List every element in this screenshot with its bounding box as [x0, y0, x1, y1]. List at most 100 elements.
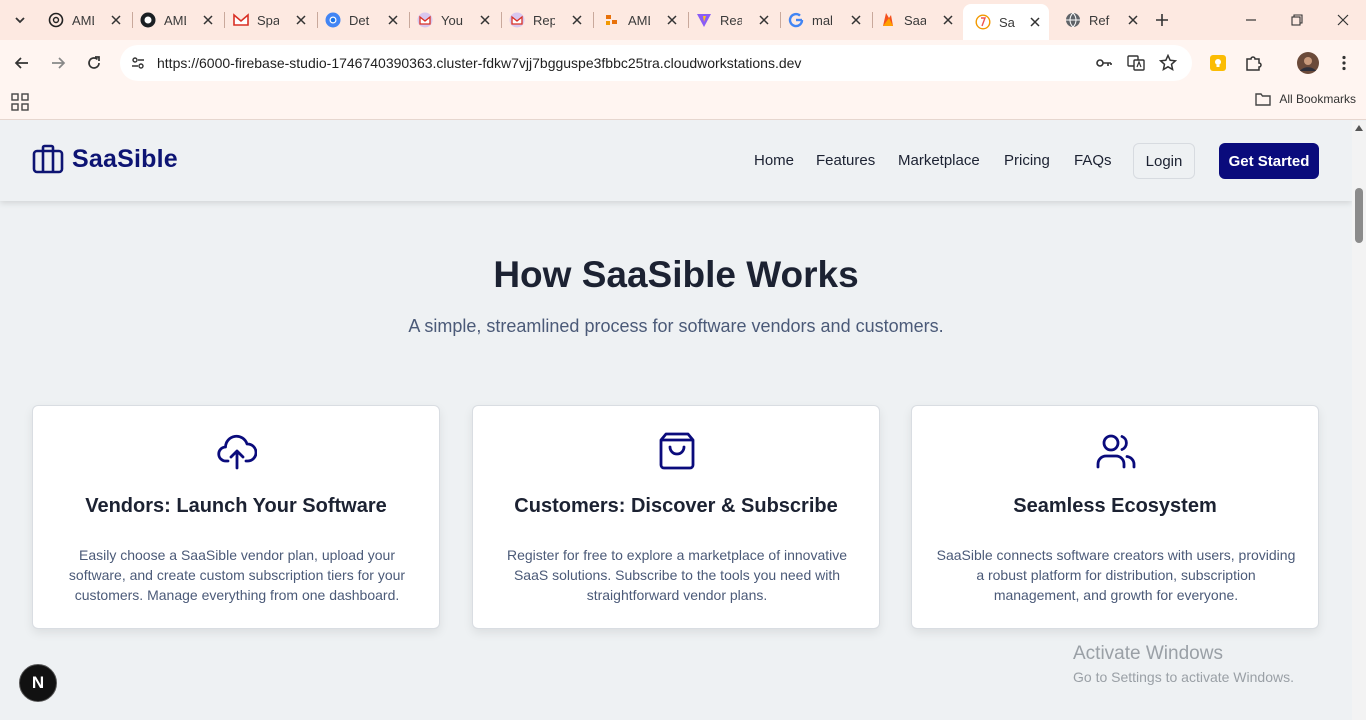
all-bookmarks-label: All Bookmarks	[1279, 92, 1356, 106]
bookmarks-bar: All Bookmarks	[0, 86, 1366, 120]
close-tab-icon[interactable]	[293, 12, 309, 28]
apps-grid-icon[interactable]	[11, 93, 29, 111]
tab-title: Saa	[999, 14, 1015, 30]
cloud-upload-icon	[217, 434, 257, 470]
gmail-icon	[509, 12, 525, 28]
close-tab-icon[interactable]	[848, 12, 864, 28]
url-text[interactable]: https://6000-firebase-studio-17467403903…	[157, 55, 801, 71]
openai-icon	[48, 12, 64, 28]
browser-tab[interactable]: mal	[776, 6, 873, 34]
close-tab-icon[interactable]	[477, 12, 493, 28]
nextjs-dev-badge[interactable]: N	[19, 664, 57, 702]
minimize-icon	[1246, 19, 1256, 21]
nav-link-pricing[interactable]: Pricing	[1004, 152, 1050, 169]
browser-tab[interactable]: Rea	[684, 6, 781, 34]
reload-icon	[88, 56, 100, 69]
nav-link-marketplace[interactable]: Marketplace	[898, 152, 980, 169]
browser-tab[interactable]: AML	[128, 6, 225, 34]
login-button[interactable]: Login	[1133, 143, 1195, 179]
browser-tab-strip: AML AML Spa Det You Rep AML	[0, 0, 1366, 40]
close-tab-icon[interactable]	[1029, 14, 1041, 30]
browser-tab[interactable]: Ref	[1053, 6, 1149, 34]
get-started-button[interactable]: Get Started	[1219, 143, 1319, 179]
scroll-up-arrow-icon[interactable]	[1355, 125, 1363, 131]
github-icon	[140, 12, 156, 28]
card-title: Seamless Ecosystem	[1013, 495, 1217, 517]
firebase-icon	[880, 12, 896, 28]
profile-avatar[interactable]	[1294, 49, 1322, 77]
close-tab-icon[interactable]	[1125, 12, 1141, 28]
tab-title: AML	[164, 12, 186, 28]
page-scrollbar[interactable]	[1352, 121, 1366, 720]
close-tab-icon[interactable]	[756, 12, 772, 28]
card-description: Easily choose a SaaSible vendor plan, up…	[68, 547, 406, 603]
close-tab-icon[interactable]	[385, 12, 401, 28]
back-button[interactable]	[8, 49, 36, 77]
site-info-icon[interactable]	[128, 53, 148, 73]
address-bar[interactable]: https://6000-firebase-studio-17467403903…	[120, 45, 1192, 81]
shopping-bag-icon	[659, 432, 695, 470]
browser-tab[interactable]: AML	[592, 6, 689, 34]
browser-tab[interactable]: Saa	[868, 6, 964, 34]
page-viewport: SaaSible Home Features Marketplace Prici…	[0, 121, 1352, 720]
tab-title: You	[441, 12, 463, 28]
restore-icon	[1291, 14, 1303, 26]
tab-title: Det	[349, 12, 370, 28]
browser-tab-active[interactable]: Saa	[963, 4, 1049, 40]
feature-card-customers: Customers: Discover & Subscribe Register…	[472, 405, 880, 629]
folder-icon	[1255, 93, 1272, 106]
browser-tab[interactable]: AML	[36, 6, 133, 34]
brand-logo-link[interactable]: SaaSible	[32, 143, 178, 175]
more-vertical-icon	[1342, 55, 1346, 71]
vite-icon	[696, 12, 712, 28]
new-tab-button[interactable]	[1150, 8, 1174, 32]
tab-title: mal	[812, 12, 833, 28]
nav-link-features[interactable]: Features	[816, 152, 875, 169]
keep-notes-icon	[1210, 55, 1226, 71]
browser-tab[interactable]: You	[405, 6, 502, 34]
card-title: Customers: Discover & Subscribe	[514, 495, 838, 517]
tab-title: AML	[628, 12, 650, 28]
scrollbar-thumb[interactable]	[1355, 188, 1363, 243]
gmail-icon	[417, 12, 433, 28]
activate-subtitle: Go to Settings to activate Windows.	[1073, 669, 1294, 685]
users-icon	[1096, 434, 1136, 469]
close-tab-icon[interactable]	[940, 12, 956, 28]
extension-keep-button[interactable]	[1204, 49, 1232, 77]
browser-menu-button[interactable]	[1330, 49, 1358, 77]
translate-icon[interactable]	[1126, 53, 1146, 73]
extensions-button[interactable]	[1240, 49, 1268, 77]
minimize-button[interactable]	[1228, 0, 1274, 40]
bookmark-star-icon[interactable]	[1158, 53, 1178, 73]
password-key-icon[interactable]	[1094, 53, 1114, 73]
forward-button[interactable]	[44, 49, 72, 77]
restore-button[interactable]	[1274, 0, 1320, 40]
section-subtitle: A simple, streamlined process for softwa…	[408, 316, 944, 336]
tab-title: Saa	[904, 12, 926, 28]
plus-icon	[1156, 14, 1168, 26]
arrow-left-icon	[14, 57, 28, 69]
firebase-studio-icon	[975, 14, 991, 30]
site-header: SaaSible Home Features Marketplace Prici…	[0, 121, 1352, 201]
tab-title: Rep	[533, 12, 555, 28]
close-tab-icon[interactable]	[569, 12, 585, 28]
nav-link-faqs[interactable]: FAQs	[1074, 152, 1112, 169]
nav-link-home[interactable]: Home	[754, 152, 794, 169]
close-icon	[1337, 14, 1349, 26]
close-tab-icon[interactable]	[108, 12, 124, 28]
tab-search-button[interactable]	[8, 8, 32, 32]
close-tab-icon[interactable]	[200, 12, 216, 28]
browser-tab[interactable]: Rep	[497, 6, 594, 34]
reload-button[interactable]	[80, 49, 108, 77]
globe-icon	[1065, 12, 1081, 28]
browser-tab[interactable]: Spa	[221, 6, 318, 34]
arrow-right-icon	[52, 57, 66, 69]
feature-card-ecosystem: Seamless Ecosystem SaaSible connects sof…	[911, 405, 1319, 629]
close-tab-icon[interactable]	[664, 12, 680, 28]
close-window-button[interactable]	[1320, 0, 1366, 40]
brand-name: SaaSible	[72, 144, 178, 173]
all-bookmarks-button[interactable]: All Bookmarks	[1255, 92, 1356, 106]
tab-title: Spa	[257, 12, 279, 28]
tab-title: Rea	[720, 12, 742, 28]
browser-tab[interactable]: Det	[313, 6, 410, 34]
